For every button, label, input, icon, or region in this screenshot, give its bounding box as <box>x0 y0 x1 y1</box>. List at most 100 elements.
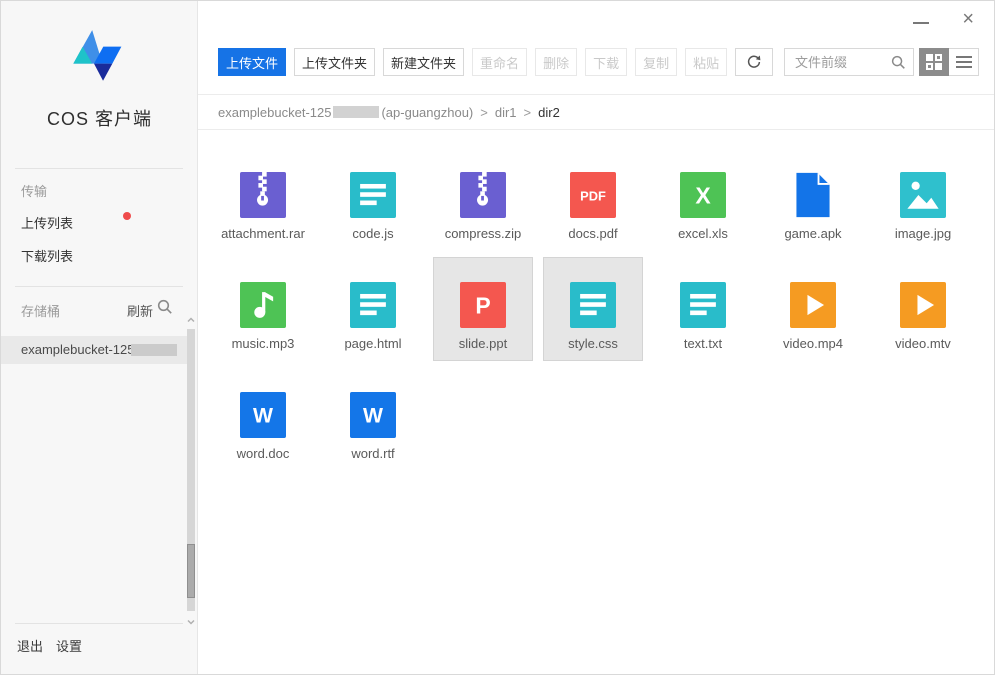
breadcrumb-bucket[interactable]: examplebucket-125 <box>218 105 331 120</box>
text-lines-icon <box>350 282 396 328</box>
copy-button: 复制 <box>635 48 677 76</box>
scrollbar-thumb[interactable] <box>187 544 195 598</box>
search-icon <box>891 55 906 70</box>
play-icon <box>900 282 946 328</box>
file-item[interactable]: style.css <box>543 257 643 361</box>
bucket-search-icon[interactable] <box>157 299 173 315</box>
breadcrumb-separator-icon: > <box>480 105 488 120</box>
code-file-icon <box>350 172 396 218</box>
file-item[interactable]: W word.rtf <box>323 367 423 471</box>
breadcrumb-dir1[interactable]: dir1 <box>495 105 517 120</box>
file-item[interactable]: PDF docs.pdf <box>543 147 643 251</box>
play-icon <box>790 282 836 328</box>
text-lines-icon <box>680 282 726 328</box>
upload-folder-button[interactable]: 上传文件夹 <box>294 48 375 76</box>
bucket-name: examplebucket-125 <box>21 336 134 364</box>
divider <box>15 168 183 169</box>
file-name-label: style.css <box>544 336 642 351</box>
file-item[interactable]: music.mp3 <box>213 257 313 361</box>
file-item[interactable]: text.txt <box>653 257 753 361</box>
excel-icon: X <box>680 172 726 218</box>
file-item[interactable]: X excel.xls <box>653 147 753 251</box>
cos-logo-icon <box>65 27 131 89</box>
text-lines-icon <box>570 282 616 328</box>
file-name-label: text.txt <box>653 336 753 351</box>
file-item[interactable]: W word.doc <box>213 367 313 471</box>
scroll-down-icon[interactable] <box>186 617 196 627</box>
file-grid: attachment.rar code.js compress.zip PDF … <box>213 147 988 471</box>
code-file-icon <box>570 282 616 328</box>
file-name-label: word.rtf <box>323 446 423 461</box>
breadcrumb-region: (ap-guangzhou) <box>381 105 473 120</box>
redacted-bucket-suffix <box>131 344 177 356</box>
list-view-button[interactable] <box>949 48 979 76</box>
close-button[interactable]: × <box>962 9 974 29</box>
apk-document-icon <box>790 172 836 218</box>
file-name-label: video.mp4 <box>763 336 863 351</box>
breadcrumb-separator-icon: > <box>524 105 532 120</box>
file-item[interactable]: attachment.rar <box>213 147 313 251</box>
sidebar: COS 客户端 传输 上传列表 下载列表 存储桶 刷新 examplebucke… <box>1 1 198 674</box>
sidebar-item-download-list[interactable]: 下载列表 <box>21 246 73 265</box>
svg-text:W: W <box>363 404 383 427</box>
logout-button[interactable]: 退出 <box>17 636 43 655</box>
pdf-icon: PDF <box>570 172 616 218</box>
play-file-icon <box>790 282 836 328</box>
file-item[interactable]: game.apk <box>763 147 863 251</box>
word-icon: W <box>240 392 286 438</box>
ppt-file-icon: P <box>460 282 506 328</box>
sidebar-item-upload-list[interactable]: 上传列表 <box>21 213 73 232</box>
cos-client-window: COS 客户端 传输 上传列表 下载列表 存储桶 刷新 examplebucke… <box>0 0 995 675</box>
list-view-icon <box>956 56 972 58</box>
play-file-icon <box>900 282 946 328</box>
file-name-label: excel.xls <box>653 226 753 241</box>
new-folder-button[interactable]: 新建文件夹 <box>383 48 464 76</box>
sidebar-scrollbar[interactable] <box>186 315 196 627</box>
divider <box>15 286 183 287</box>
app-title: COS 客户端 <box>1 105 198 131</box>
word-file-icon: W <box>240 392 286 438</box>
file-item[interactable]: video.mp4 <box>763 257 863 361</box>
file-item[interactable]: P slide.ppt <box>433 257 533 361</box>
file-name-label: docs.pdf <box>543 226 643 241</box>
file-name-label: game.apk <box>763 226 863 241</box>
file-name-label: image.jpg <box>873 226 973 241</box>
refresh-button[interactable] <box>735 48 773 76</box>
bucket-refresh-link[interactable]: 刷新 <box>127 301 153 320</box>
refresh-icon <box>746 54 762 70</box>
bucket-list-item[interactable]: examplebucket-125 <box>1 336 187 364</box>
file-item[interactable]: code.js <box>323 147 423 251</box>
code-file-icon <box>680 282 726 328</box>
minimize-button[interactable] <box>913 22 929 24</box>
grid-view-button[interactable] <box>919 48 949 76</box>
archive-file-icon <box>460 172 506 218</box>
scroll-up-icon[interactable] <box>186 315 196 325</box>
file-name-label: page.html <box>323 336 423 351</box>
svg-text:X: X <box>695 182 711 208</box>
breadcrumb: examplebucket-125 (ap-guangzhou) > dir1 … <box>198 94 995 130</box>
file-name-label: music.mp3 <box>213 336 313 351</box>
divider <box>15 623 183 624</box>
file-item[interactable]: video.mtv <box>873 257 973 361</box>
settings-button[interactable]: 设置 <box>56 636 82 655</box>
image-icon <box>900 172 946 218</box>
redacted-bucket-suffix <box>333 106 379 118</box>
breadcrumb-dir2-current[interactable]: dir2 <box>538 105 560 120</box>
file-name-label: code.js <box>323 226 423 241</box>
file-item[interactable]: compress.zip <box>433 147 533 251</box>
svg-text:W: W <box>253 404 273 427</box>
file-item[interactable]: image.jpg <box>873 147 973 251</box>
delete-button: 删除 <box>535 48 577 76</box>
sidebar-section-transfer: 传输 <box>21 181 47 200</box>
search-input[interactable] <box>785 49 885 75</box>
file-name-label: word.doc <box>213 446 313 461</box>
download-button: 下载 <box>585 48 627 76</box>
sidebar-section-buckets: 存储桶 <box>21 301 60 320</box>
view-toggle <box>919 48 979 76</box>
archive-file-icon <box>240 172 286 218</box>
upload-file-button[interactable]: 上传文件 <box>218 48 286 76</box>
file-item[interactable]: page.html <box>323 257 423 361</box>
pdf-file-icon: PDF <box>570 172 616 218</box>
file-name-label: video.mtv <box>873 336 973 351</box>
paste-button: 粘贴 <box>685 48 727 76</box>
